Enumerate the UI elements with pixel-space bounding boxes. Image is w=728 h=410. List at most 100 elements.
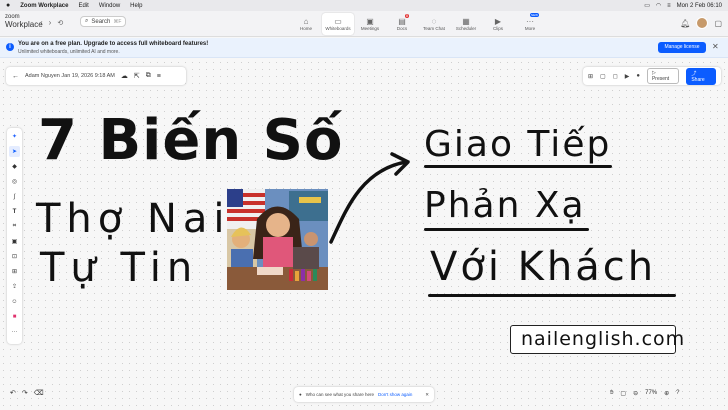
banner-subtitle: Unlimited whiteboards, unlimited AI and … [18,49,120,55]
redo-icon[interactable]: ↷ [22,389,28,397]
zoom-level[interactable]: 77% [645,390,657,396]
tab-label: Team Chat [423,26,445,31]
header-right: 🔔︎ ▢ [680,17,722,29]
text-phan-xa[interactable]: Phản Xạ [424,185,586,226]
apps-icon[interactable]: ■ [9,311,20,322]
more-tools-icon[interactable]: ··· [9,326,20,337]
banner-close-icon[interactable]: ✕ [712,42,719,51]
history-icon[interactable]: ⟲ [57,19,63,27]
video-icon: ▣ [366,17,374,26]
menu-edit[interactable]: Edit [78,3,88,9]
title-seven-variables[interactable]: 7 Biến Số [38,108,344,173]
share-notice: ● Who can see what you share here Don't … [294,387,434,402]
menu-app-name[interactable]: Zoom Workplace [20,3,68,9]
zoom-header: zoom Workplace ‹ › ⟲ ⌕ Search ⌘F ⌂ Home ▭… [0,11,728,37]
mac-menu-bar: ● Zoom Workplace Edit Window Help ▭ ◠ ≡ … [0,0,728,11]
eraser-icon[interactable]: ◆ [9,161,20,172]
participants-icon[interactable]: ● [636,73,640,79]
tab-whiteboards[interactable]: ▭ Whiteboards [322,13,354,35]
site-url-text: nailenglish.com [521,328,686,350]
text-giao-tiep[interactable]: Giao Tiếp [424,124,611,165]
emoji-icon[interactable]: ☺ [9,296,20,307]
history-nav: ‹ › ⟲ [40,18,63,27]
menu-window[interactable]: Window [99,3,120,9]
sticky-note-icon[interactable]: ▣ [9,236,20,247]
connector-icon[interactable]: ∫ [9,191,20,202]
pages-icon[interactable]: ⧉ [146,72,151,80]
calendar-icon: ▦ [462,17,470,26]
menu-help[interactable]: Help [130,3,142,9]
docs-icon: ▤ [398,17,406,26]
present-button[interactable]: ▷ Present [646,68,680,84]
text-tho-nail[interactable]: Thợ Nail [36,196,248,242]
curved-arrow-icon[interactable] [326,150,416,250]
tab-label: Home [299,26,312,31]
site-url-box[interactable]: nailenglish.com [510,325,684,354]
tab-clips[interactable]: ▶ Clips [482,13,514,35]
tab-home[interactable]: ⌂ Home [290,13,322,35]
underline-voi-khach [428,294,676,297]
tab-scheduler[interactable]: ▦ Scheduler [450,13,482,35]
tab-label: Whiteboards [325,26,351,31]
whiteboard-icon: ▭ [334,17,342,26]
menu-clock[interactable]: Mon 2 Feb 06:10 [677,3,722,9]
tab-more[interactable]: ··· NEW More [514,13,546,35]
frame-icon[interactable]: ⊡ [9,251,20,262]
search-input[interactable]: ⌕ Search ⌘F [80,16,126,27]
layout-icon[interactable]: ⊞ [588,73,593,80]
table-icon[interactable]: ⌗ [9,221,20,232]
cloud-saved-icon[interactable]: ☁ [121,72,128,80]
window-controls-icon[interactable]: ▢ [714,19,722,28]
text-voi-khach[interactable]: Với Khách [430,244,656,290]
dont-show-again-link[interactable]: Don't show again [378,392,412,397]
text-tool-icon[interactable]: T [9,206,20,217]
menu-icon[interactable]: ≡ [157,73,161,80]
board-info-bar: ← Adam Nguyen Jan 19, 2026 9:18 AM ☁ ⇱ ⧉… [6,67,186,85]
clips-icon: ▶ [494,17,502,26]
battery-icon[interactable]: ▭ [644,2,650,9]
notice-close-icon[interactable]: ✕ [425,392,429,398]
back-icon[interactable]: ‹ [40,18,43,27]
upload-icon[interactable]: ⇪ [9,281,20,292]
comment-icon[interactable]: ▢ [600,73,606,80]
tab-label: More [524,26,536,31]
ai-sparkle-icon[interactable]: ✦ [9,131,20,142]
delete-icon[interactable]: ⌫ [34,389,44,397]
text-tu-tin[interactable]: Tự Tin [40,245,198,291]
wifi-icon[interactable]: ◠ [656,2,661,9]
help-icon[interactable]: ? [676,390,679,396]
nail-salon-illustration[interactable] [227,189,328,290]
grid-icon[interactable]: ⊞ [9,266,20,277]
collaboration-bar: ⊞ ▢ ◻ ▶ ● ▷ Present ⤴ Share [583,67,721,85]
tab-team-chat[interactable]: ◌ Team Chat [418,13,450,35]
board-owner-date[interactable]: Adam Nguyen Jan 19, 2026 9:18 AM [25,73,115,79]
home-icon: ⌂ [303,17,309,26]
tab-label: Meetings [360,26,380,31]
zoom-out-icon[interactable]: ⊖ [633,390,638,397]
docs-badge: 8 [405,14,409,18]
undo-redo-bar: ↶ ↷ ⌫ [6,384,46,402]
minimap-icon[interactable]: ▢ [620,390,626,397]
export-icon[interactable]: ⇱ [134,72,140,80]
undo-icon[interactable]: ↶ [10,389,16,397]
video-call-icon[interactable]: ▶ [625,73,630,80]
chat-bubble-icon[interactable]: ◻ [613,73,618,80]
tools-toolbar: ✦ ➤ ◆ ◎ ∫ T ⌗ ▣ ⊡ ⊞ ⇪ ☺ ■ ··· [7,128,22,344]
zoom-in-icon[interactable]: ⊕ [664,390,669,397]
share-button[interactable]: ⤴ Share [686,67,716,85]
back-arrow-icon[interactable]: ← [12,73,19,80]
select-tool-icon[interactable]: ➤ [9,146,20,157]
apple-icon[interactable]: ● [6,2,10,9]
shapes-icon[interactable]: ◎ [9,176,20,187]
notification-icon[interactable]: 🔔︎ [680,19,690,28]
manage-license-button[interactable]: Manage license [658,42,706,53]
tab-meetings[interactable]: ▣ Meetings [354,13,386,35]
chat-icon: ◌ [431,17,437,26]
tab-docs[interactable]: ▤ 8 Docs [386,13,418,35]
control-center-icon[interactable]: ≡ [667,3,671,9]
forward-icon[interactable]: › [49,18,52,27]
avatar[interactable] [696,17,709,29]
hand-tool-icon[interactable]: ✋︎ [610,390,613,397]
menu-status-area: ▭ ◠ ≡ Mon 2 Feb 06:10 [644,2,722,10]
tab-label: Clips [492,26,503,31]
